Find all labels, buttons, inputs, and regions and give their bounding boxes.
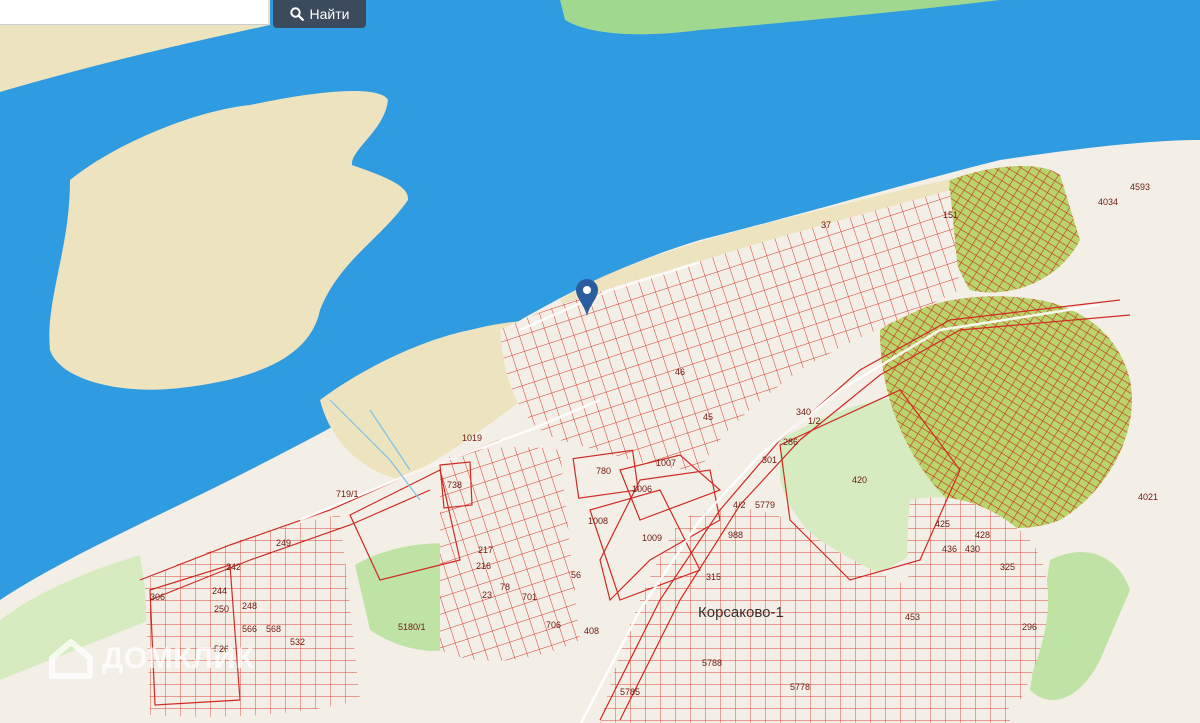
domclick-watermark: ДОМКЛИК	[48, 638, 254, 680]
parcel-label: 5180/1	[398, 622, 426, 632]
parcel-label: 244	[212, 586, 227, 596]
parcel-label: 453	[905, 612, 920, 622]
parcel-label: 5779	[755, 500, 775, 510]
parcel-label: 780	[596, 466, 611, 476]
parcel-label: 5785	[620, 687, 640, 697]
parcel-label: 425	[935, 519, 950, 529]
house-logo-icon	[49, 639, 93, 679]
parcel-label: 5788	[702, 658, 722, 668]
parcel-label: 701	[522, 592, 537, 602]
search-button-label: Найти	[309, 6, 350, 22]
parcel-label: 436	[942, 544, 957, 554]
parcel-label: 706	[546, 620, 561, 630]
watermark-text: ДОМКЛИК	[102, 642, 255, 675]
parcel-label: 988	[728, 530, 743, 540]
parcel-label: 56	[571, 570, 581, 580]
parcel-label: 315	[706, 572, 721, 582]
parcel-label: 4593	[1130, 182, 1150, 192]
parcel-label: 428	[975, 530, 990, 540]
parcel-label: 151	[943, 210, 958, 220]
parcel-label: 286	[783, 437, 798, 447]
parcel-label: 325	[1000, 562, 1015, 572]
parcel-label: 1/2	[808, 416, 821, 426]
parcel-label: 430	[965, 544, 980, 554]
parcel-label: 1009	[642, 533, 662, 543]
parcel-label: 1008	[588, 516, 608, 526]
parcel-label: 23	[482, 590, 492, 600]
parcel-label: 1007	[656, 458, 676, 468]
parcel-label: 408	[584, 626, 599, 636]
parcel-label: 1006	[632, 484, 652, 494]
parcel-label: 4021	[1138, 492, 1158, 502]
parcel-label: 37	[821, 220, 831, 230]
parcel-label: 1019	[462, 433, 482, 443]
parcel-label: 568	[266, 624, 281, 634]
parcel-label: 216	[476, 561, 491, 571]
parcel-label: 248	[242, 601, 257, 611]
parcel-label: 45	[703, 412, 713, 422]
parcel-label: 249	[276, 538, 291, 548]
parcel-label: 4/2	[733, 500, 746, 510]
parcel-label: 46	[675, 367, 685, 377]
parcel-label: 532	[290, 637, 305, 647]
parcel-label: 242	[226, 562, 241, 572]
district-label: Корсаково-1	[698, 604, 784, 621]
parcel-label: 719/1	[336, 489, 359, 499]
parcel-label: 4034	[1098, 197, 1118, 207]
search-input[interactable]	[0, 0, 268, 25]
parcel-label: 217	[478, 545, 493, 555]
map-canvas[interactable]: 1019 719/1 738 780 1006 1007 1008 1009 217 216 78 2…	[0, 0, 1200, 723]
parcel-label: 301	[762, 455, 777, 465]
parcel-label: 306	[150, 592, 165, 602]
parcel-label: 78	[500, 582, 510, 592]
parcel-label: 5778	[790, 682, 810, 692]
parcel-label: 738	[447, 480, 462, 490]
search-icon	[289, 7, 304, 21]
parcel-label: 420	[852, 475, 867, 485]
parcel-label: 296	[1022, 622, 1037, 632]
search-button[interactable]: Найти	[273, 0, 366, 28]
parcel-label: 250	[214, 604, 229, 614]
parcel-label: 566	[242, 624, 257, 634]
